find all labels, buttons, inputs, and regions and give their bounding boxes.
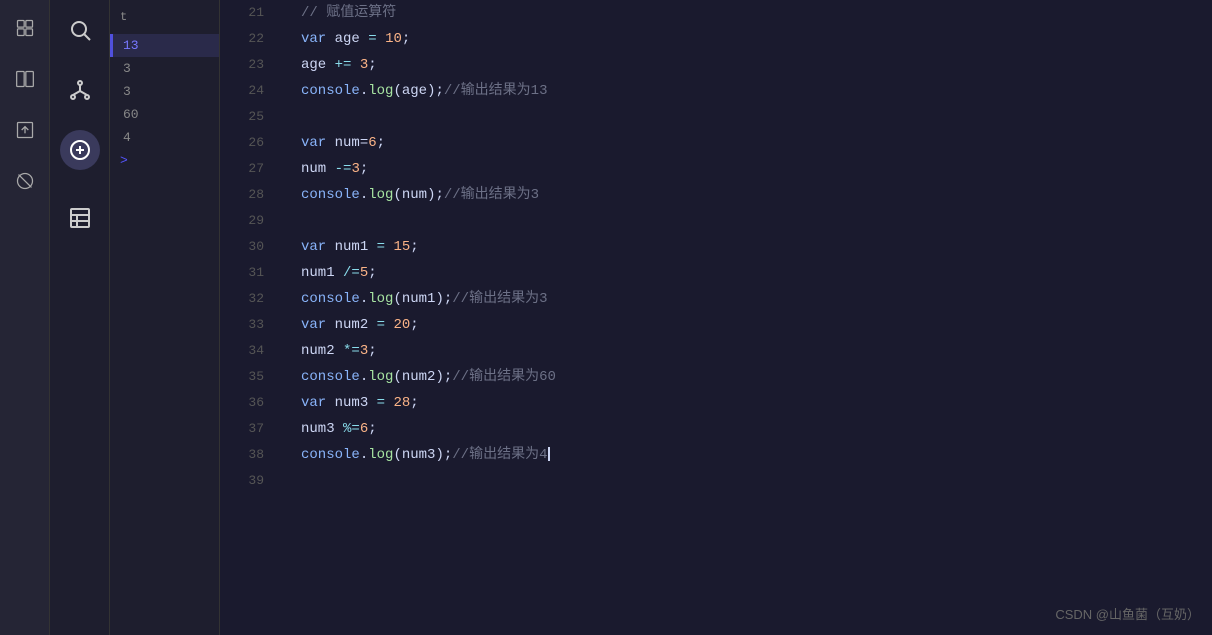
debug-tab-t[interactable]: t: [116, 8, 131, 26]
debug-item-60[interactable]: 60: [110, 103, 219, 126]
line-content-23: age += 3;: [301, 52, 1212, 78]
line-num-24: 24: [220, 78, 280, 104]
line-num-33: 33: [220, 312, 280, 338]
code-line-30: 30 var num1 = 15;: [220, 234, 1212, 260]
line-content-38: console.log(num3);//输出结果为4: [301, 442, 1212, 468]
import-icon[interactable]: [7, 112, 43, 148]
block-icon[interactable]: [7, 163, 43, 199]
line-num-35: 35: [220, 364, 280, 390]
git-sidebar-icon[interactable]: [60, 70, 100, 110]
code-line-38: 38 console.log(num3);//输出结果为4: [220, 442, 1212, 468]
explorer-sidebar-icon[interactable]: [60, 198, 100, 238]
extensions-sidebar-icon[interactable]: [60, 130, 100, 170]
debug-item-4[interactable]: 4: [110, 126, 219, 149]
debug-item-13[interactable]: 13: [110, 34, 219, 57]
line-content-22: var age = 10;: [301, 26, 1212, 52]
line-num-29: 29: [220, 208, 280, 234]
code-line-26: 26 var num=6;: [220, 130, 1212, 156]
code-line-21: 21 // 赋值运算符: [220, 0, 1212, 26]
line-num-32: 32: [220, 286, 280, 312]
code-line-32: 32 console.log(num1);//输出结果为3: [220, 286, 1212, 312]
code-line-23: 23 age += 3;: [220, 52, 1212, 78]
code-line-33: 33 var num2 = 20;: [220, 312, 1212, 338]
line-content-36: var num3 = 28;: [301, 390, 1212, 416]
line-num-36: 36: [220, 390, 280, 416]
code-line-22: 22 var age = 10;: [220, 26, 1212, 52]
line-content-25: [301, 104, 1212, 130]
debug-item-3b[interactable]: 3: [110, 80, 219, 103]
line-num-39: 39: [220, 468, 280, 494]
code-line-35: 35 console.log(num2);//输出结果为60: [220, 364, 1212, 390]
code-editor: 21 // 赋值运算符 22 var age = 10; 23 age += 3…: [220, 0, 1212, 635]
line-content-24: console.log(age);//输出结果为13: [301, 78, 1212, 104]
debug-arrow: >: [110, 149, 219, 172]
line-num-23: 23: [220, 52, 280, 78]
line-num-22: 22: [220, 26, 280, 52]
line-content-39: [301, 468, 1212, 494]
code-line-28: 28 console.log(num);//输出结果为3: [220, 182, 1212, 208]
activity-bar: [0, 0, 50, 635]
line-num-28: 28: [220, 182, 280, 208]
line-num-34: 34: [220, 338, 280, 364]
line-content-34: num2 *=3;: [301, 338, 1212, 364]
line-content-33: var num2 = 20;: [301, 312, 1212, 338]
line-content-30: var num1 = 15;: [301, 234, 1212, 260]
line-content-37: num3 %=6;: [301, 416, 1212, 442]
line-content-32: console.log(num1);//输出结果为3: [301, 286, 1212, 312]
line-content-31: num1 /=5;: [301, 260, 1212, 286]
debug-item-3a[interactable]: 3: [110, 57, 219, 80]
debug-panel: t 13 3 3 60 4 >: [110, 0, 220, 635]
code-container: 21 // 赋值运算符 22 var age = 10; 23 age += 3…: [220, 0, 1212, 635]
secondary-sidebar: [50, 0, 110, 635]
code-line-31: 31 num1 /=5;: [220, 260, 1212, 286]
line-content-27: num -=3;: [301, 156, 1212, 182]
split-editor-icon[interactable]: [7, 61, 43, 97]
code-line-27: 27 num -=3;: [220, 156, 1212, 182]
code-line-29: 29: [220, 208, 1212, 234]
line-num-21: 21: [220, 0, 280, 26]
line-num-38: 38: [220, 442, 280, 468]
line-content-29: [301, 208, 1212, 234]
line-content-26: var num=6;: [301, 130, 1212, 156]
files-icon[interactable]: [7, 10, 43, 46]
debug-tabs: t: [110, 8, 219, 34]
line-num-25: 25: [220, 104, 280, 130]
line-content-21: // 赋值运算符: [301, 0, 1212, 26]
line-num-27: 27: [220, 156, 280, 182]
code-line-39: 39: [220, 468, 1212, 494]
line-content-35: console.log(num2);//输出结果为60: [301, 364, 1212, 390]
search-sidebar-icon[interactable]: [60, 10, 100, 50]
code-line-25: 25: [220, 104, 1212, 130]
code-line-34: 34 num2 *=3;: [220, 338, 1212, 364]
code-line-37: 37 num3 %=6;: [220, 416, 1212, 442]
code-line-36: 36 var num3 = 28;: [220, 390, 1212, 416]
csdn-watermark: CSDN @山鱼菌（互奶）: [1055, 604, 1200, 623]
line-num-31: 31: [220, 260, 280, 286]
debug-items: 13 3 3 60 4: [110, 34, 219, 149]
line-num-37: 37: [220, 416, 280, 442]
line-num-26: 26: [220, 130, 280, 156]
code-line-24: 24 console.log(age);//输出结果为13: [220, 78, 1212, 104]
line-num-30: 30: [220, 234, 280, 260]
line-content-28: console.log(num);//输出结果为3: [301, 182, 1212, 208]
